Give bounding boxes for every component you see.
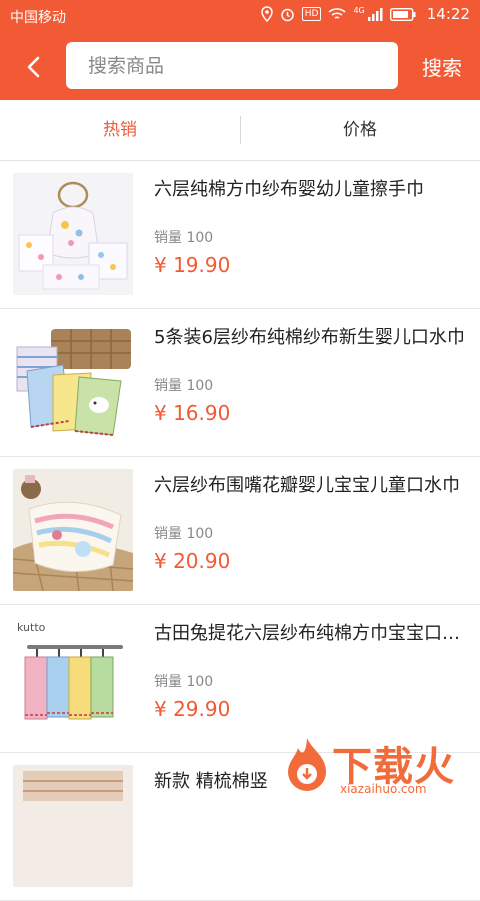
product-title: 新款 精梳棉竖	[154, 771, 268, 792]
product-price: ¥ 29.90	[154, 697, 231, 721]
battery-icon	[389, 7, 416, 21]
product-title: 5条装6层纱布纯棉纱布新生婴儿口水巾	[154, 327, 465, 348]
product-thumbnail	[13, 321, 133, 443]
product-item[interactable]: 六层纱布围嘴花瓣婴儿宝宝儿童口水巾 销量 100 ¥ 20.90	[0, 457, 480, 605]
search-box[interactable]	[66, 42, 398, 89]
product-list: 六层纯棉方巾纱布婴幼儿童擦手巾 销量 100 ¥ 19.90 5条装6层纱布纯棉…	[0, 161, 480, 901]
signal-icon	[367, 8, 383, 21]
search-input[interactable]	[86, 53, 380, 78]
product-title: 古田兔提花六层纱布纯棉方巾宝宝口水巾	[154, 623, 470, 644]
network-type-label: 4G	[353, 5, 365, 15]
tab-price[interactable]: 价格	[240, 100, 480, 160]
product-title: 六层纯棉方巾纱布婴幼儿童擦手巾	[154, 179, 424, 200]
product-price: ¥ 19.90	[154, 253, 231, 277]
product-item[interactable]: kutto 古田兔提花六层纱布纯棉方巾宝宝口水巾 销量 100 ¥ 29.90	[0, 605, 480, 753]
product-sales: 销量 100	[154, 230, 214, 246]
product-thumbnail	[13, 765, 133, 887]
product-item[interactable]: 5条装6层纱布纯棉纱布新生婴儿口水巾 销量 100 ¥ 16.90	[0, 309, 480, 457]
tab-hot-sales[interactable]: 热销	[0, 100, 240, 160]
tab-divider	[240, 116, 241, 144]
product-sales: 销量 100	[154, 526, 214, 542]
chevron-left-icon	[27, 56, 40, 78]
location-icon	[261, 6, 273, 22]
product-item[interactable]: 六层纯棉方巾纱布婴幼儿童擦手巾 销量 100 ¥ 19.90	[0, 161, 480, 309]
status-bar: 中国移动 HD 4G 14:22	[0, 0, 480, 32]
product-thumbnail: kutto	[13, 617, 133, 739]
product-price: ¥ 16.90	[154, 401, 231, 425]
back-button[interactable]	[18, 50, 52, 84]
product-thumbnail	[13, 469, 133, 591]
carrier-label: 中国移动	[10, 10, 66, 26]
product-item[interactable]: 新款 精梳棉竖	[0, 753, 480, 901]
product-sales: 销量 100	[154, 378, 214, 394]
sort-tabs: 热销 价格	[0, 100, 480, 161]
product-price: ¥ 20.90	[154, 549, 231, 573]
svg-text:kutto: kutto	[17, 621, 46, 634]
top-bar: 搜索	[0, 32, 480, 100]
alarm-icon	[281, 8, 294, 21]
search-button[interactable]: 搜索	[422, 52, 462, 81]
product-thumbnail	[13, 173, 133, 295]
status-icons: HD 4G 14:22	[261, 5, 470, 23]
wifi-icon	[328, 8, 347, 19]
hd-badge: HD	[301, 7, 322, 21]
product-title: 六层纱布围嘴花瓣婴儿宝宝儿童口水巾	[154, 475, 460, 496]
clock-time: 14:22	[426, 5, 470, 23]
product-sales: 销量 100	[154, 674, 214, 690]
